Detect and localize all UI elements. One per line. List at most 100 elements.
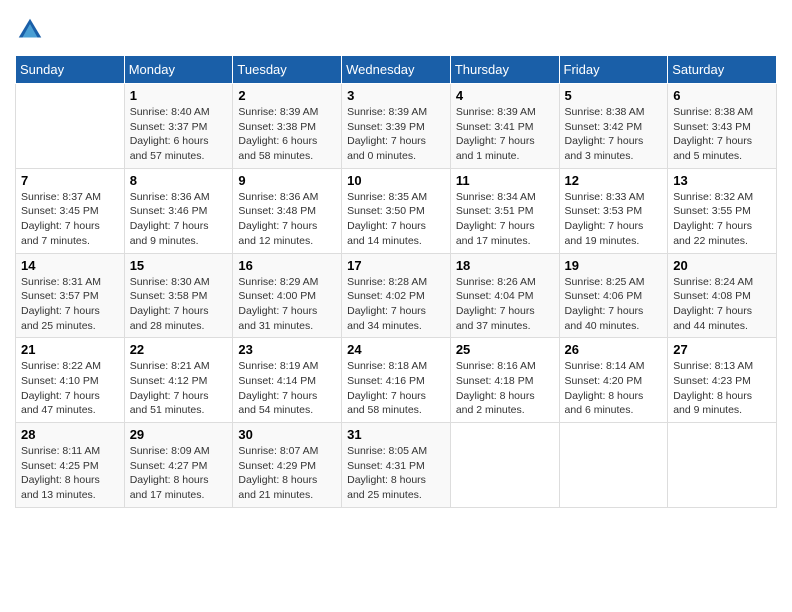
calendar-cell: 31Sunrise: 8:05 AM Sunset: 4:31 PM Dayli… (342, 423, 451, 508)
calendar-cell: 1Sunrise: 8:40 AM Sunset: 3:37 PM Daylig… (124, 84, 233, 169)
day-number: 27 (673, 342, 771, 357)
day-info: Sunrise: 8:33 AM Sunset: 3:53 PM Dayligh… (565, 190, 663, 249)
weekday-header-row: SundayMondayTuesdayWednesdayThursdayFrid… (16, 56, 777, 84)
calendar-cell: 21 Sunrise: 8:22 AM Sunset: 4:10 PM Dayli… (16, 338, 125, 423)
day-info: Sunrise: 8:11 AM Sunset: 4:25 PM Dayligh… (21, 444, 119, 503)
day-info: Sunrise: 8:29 AM Sunset: 4:00 PM Dayligh… (238, 275, 336, 334)
day-info: Sunrise: 8:09 AM Sunset: 4:27 PM Dayligh… (130, 444, 228, 503)
day-number: 11 (456, 173, 554, 188)
calendar-cell: 4 Sunrise: 8:39 AM Sunset: 3:41 PM Daylig… (450, 84, 559, 169)
weekday-header-thursday: Thursday (450, 56, 559, 84)
day-info: Sunrise: 8:31 AM Sunset: 3:57 PM Dayligh… (21, 275, 119, 334)
calendar-week-row: 14 Sunrise: 8:31 AM Sunset: 3:57 PM Dayli… (16, 253, 777, 338)
logo-icon (15, 15, 45, 45)
day-number: 13 (673, 173, 771, 188)
calendar-cell: 20 Sunrise: 8:24 AM Sunset: 4:08 PM Dayli… (668, 253, 777, 338)
calendar-week-row: 7 Sunrise: 8:37 AM Sunset: 3:45 PM Daylig… (16, 168, 777, 253)
day-number: 8 (130, 173, 228, 188)
calendar-cell: 26Sunrise: 8:14 AM Sunset: 4:20 PM Dayli… (559, 338, 668, 423)
calendar-cell: 29Sunrise: 8:09 AM Sunset: 4:27 PM Dayli… (124, 423, 233, 508)
day-info: Sunrise: 8:39 AM Sunset: 3:41 PM Dayligh… (456, 105, 554, 164)
calendar-cell: 7 Sunrise: 8:37 AM Sunset: 3:45 PM Daylig… (16, 168, 125, 253)
calendar-cell: 27 Sunrise: 8:13 AM Sunset: 4:23 PM Dayli… (668, 338, 777, 423)
calendar-cell: 10 Sunrise: 8:35 AM Sunset: 3:50 PM Dayli… (342, 168, 451, 253)
day-number: 9 (238, 173, 336, 188)
day-info: Sunrise: 8:36 AM Sunset: 3:46 PM Dayligh… (130, 190, 228, 249)
day-info: Sunrise: 8:30 AM Sunset: 3:58 PM Dayligh… (130, 275, 228, 334)
day-number: 16 (238, 258, 336, 273)
calendar-cell: 22 Sunrise: 8:21 AM Sunset: 4:12 PM Dayli… (124, 338, 233, 423)
day-number: 3 (347, 88, 445, 103)
day-info: Sunrise: 8:32 AM Sunset: 3:55 PM Dayligh… (673, 190, 771, 249)
calendar-cell: 12 Sunrise: 8:33 AM Sunset: 3:53 PM Dayli… (559, 168, 668, 253)
day-number: 22 (130, 342, 228, 357)
day-number: 25 (456, 342, 554, 357)
day-info: Sunrise: 8:22 AM Sunset: 4:10 PM Dayligh… (21, 359, 119, 418)
calendar-cell: 24 Sunrise: 8:18 AM Sunset: 4:16 PM Dayli… (342, 338, 451, 423)
day-info: Sunrise: 8:35 AM Sunset: 3:50 PM Dayligh… (347, 190, 445, 249)
weekday-header-sunday: Sunday (16, 56, 125, 84)
day-number: 30 (238, 427, 336, 442)
calendar-cell: 15Sunrise: 8:30 AM Sunset: 3:58 PM Dayli… (124, 253, 233, 338)
calendar-cell: 11 Sunrise: 8:34 AM Sunset: 3:51 PM Dayli… (450, 168, 559, 253)
day-info: Sunrise: 8:38 AM Sunset: 3:42 PM Dayligh… (565, 105, 663, 164)
day-number: 23 (238, 342, 336, 357)
day-number: 26 (565, 342, 663, 357)
day-number: 17 (347, 258, 445, 273)
day-info: Sunrise: 8:24 AM Sunset: 4:08 PM Dayligh… (673, 275, 771, 334)
day-number: 19 (565, 258, 663, 273)
day-number: 7 (21, 173, 119, 188)
calendar-table: SundayMondayTuesdayWednesdayThursdayFrid… (15, 55, 777, 508)
weekday-header-monday: Monday (124, 56, 233, 84)
weekday-header-saturday: Saturday (668, 56, 777, 84)
calendar-cell: 18Sunrise: 8:26 AM Sunset: 4:04 PM Dayli… (450, 253, 559, 338)
calendar-cell: 6 Sunrise: 8:38 AM Sunset: 3:43 PM Daylig… (668, 84, 777, 169)
day-info: Sunrise: 8:39 AM Sunset: 3:38 PM Dayligh… (238, 105, 336, 164)
calendar-cell: 19Sunrise: 8:25 AM Sunset: 4:06 PM Dayli… (559, 253, 668, 338)
day-info: Sunrise: 8:40 AM Sunset: 3:37 PM Dayligh… (130, 105, 228, 164)
day-number: 21 (21, 342, 119, 357)
day-number: 20 (673, 258, 771, 273)
calendar-cell (450, 423, 559, 508)
calendar-cell (668, 423, 777, 508)
logo (15, 15, 49, 45)
day-number: 31 (347, 427, 445, 442)
calendar-cell: 2 Sunrise: 8:39 AM Sunset: 3:38 PM Daylig… (233, 84, 342, 169)
day-number: 10 (347, 173, 445, 188)
day-info: Sunrise: 8:13 AM Sunset: 4:23 PM Dayligh… (673, 359, 771, 418)
day-number: 12 (565, 173, 663, 188)
day-info: Sunrise: 8:36 AM Sunset: 3:48 PM Dayligh… (238, 190, 336, 249)
day-info: Sunrise: 8:34 AM Sunset: 3:51 PM Dayligh… (456, 190, 554, 249)
calendar-week-row: 1Sunrise: 8:40 AM Sunset: 3:37 PM Daylig… (16, 84, 777, 169)
day-info: Sunrise: 8:19 AM Sunset: 4:14 PM Dayligh… (238, 359, 336, 418)
calendar-week-row: 28 Sunrise: 8:11 AM Sunset: 4:25 PM Dayli… (16, 423, 777, 508)
page-header (15, 15, 777, 45)
calendar-cell: 25 Sunrise: 8:16 AM Sunset: 4:18 PM Dayli… (450, 338, 559, 423)
day-number: 24 (347, 342, 445, 357)
day-number: 5 (565, 88, 663, 103)
calendar-cell: 8 Sunrise: 8:36 AM Sunset: 3:46 PM Daylig… (124, 168, 233, 253)
day-info: Sunrise: 8:26 AM Sunset: 4:04 PM Dayligh… (456, 275, 554, 334)
day-info: Sunrise: 8:28 AM Sunset: 4:02 PM Dayligh… (347, 275, 445, 334)
calendar-cell: 13 Sunrise: 8:32 AM Sunset: 3:55 PM Dayli… (668, 168, 777, 253)
calendar-cell: 30 Sunrise: 8:07 AM Sunset: 4:29 PM Dayli… (233, 423, 342, 508)
day-number: 28 (21, 427, 119, 442)
calendar-cell: 5 Sunrise: 8:38 AM Sunset: 3:42 PM Daylig… (559, 84, 668, 169)
weekday-header-tuesday: Tuesday (233, 56, 342, 84)
day-number: 14 (21, 258, 119, 273)
day-info: Sunrise: 8:07 AM Sunset: 4:29 PM Dayligh… (238, 444, 336, 503)
day-info: Sunrise: 8:21 AM Sunset: 4:12 PM Dayligh… (130, 359, 228, 418)
calendar-cell: 3Sunrise: 8:39 AM Sunset: 3:39 PM Daylig… (342, 84, 451, 169)
day-number: 4 (456, 88, 554, 103)
calendar-cell: 28 Sunrise: 8:11 AM Sunset: 4:25 PM Dayli… (16, 423, 125, 508)
day-number: 6 (673, 88, 771, 103)
weekday-header-wednesday: Wednesday (342, 56, 451, 84)
calendar-cell (16, 84, 125, 169)
calendar-cell: 9 Sunrise: 8:36 AM Sunset: 3:48 PM Daylig… (233, 168, 342, 253)
day-info: Sunrise: 8:37 AM Sunset: 3:45 PM Dayligh… (21, 190, 119, 249)
day-info: Sunrise: 8:18 AM Sunset: 4:16 PM Dayligh… (347, 359, 445, 418)
day-info: Sunrise: 8:38 AM Sunset: 3:43 PM Dayligh… (673, 105, 771, 164)
day-number: 2 (238, 88, 336, 103)
calendar-cell (559, 423, 668, 508)
day-info: Sunrise: 8:16 AM Sunset: 4:18 PM Dayligh… (456, 359, 554, 418)
